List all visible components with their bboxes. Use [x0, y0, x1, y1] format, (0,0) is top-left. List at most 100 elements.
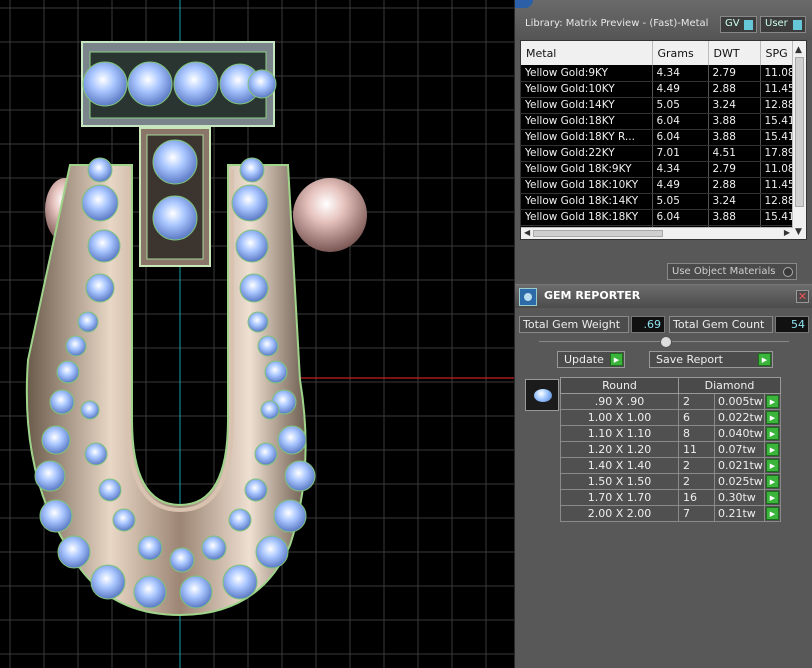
gem-count-cell: 16	[678, 489, 715, 506]
gem-stone	[173, 61, 219, 107]
select-gems-button[interactable]: ▶	[764, 473, 781, 490]
metal-table-container: Metal Grams DWT SPG Yellow Gold:9KY 4.34 2…	[520, 40, 807, 240]
save-report-button[interactable]: Save Report ▶	[649, 351, 773, 368]
gem-size-cell: 1.40 X 1.40	[560, 457, 679, 474]
gem-stone	[65, 335, 87, 357]
select-gems-button[interactable]: ▶	[764, 489, 781, 506]
metal-name-cell: Yellow Gold 18K:18KY	[521, 209, 653, 226]
gem-table-row: 2.00 X 2.00 7 0.21tw ▶	[560, 505, 781, 522]
column-header-grams[interactable]: Grams	[652, 41, 709, 65]
metal-table-row[interactable]: Yellow Gold:14KY 5.05 3.24 12.88	[521, 97, 801, 114]
gem-size-cell: 1.50 X 1.50	[560, 473, 679, 490]
metal-name-cell: Yellow Gold:14KY	[521, 97, 653, 114]
metal-table-hscrollbar[interactable]: ◀ ▶	[521, 227, 793, 239]
metal-table-vscrollbar[interactable]: ▲ ▼	[792, 41, 806, 239]
scroll-down-icon[interactable]: ▼	[795, 227, 802, 237]
gem-stone	[169, 547, 195, 573]
grams-cell: 6.04	[652, 129, 709, 146]
update-button-label: Update	[564, 353, 604, 366]
select-gems-button[interactable]: ▶	[764, 425, 781, 442]
gem-table-row: 1.40 X 1.40 2 0.021tw ▶	[560, 457, 781, 474]
gem-stone	[231, 184, 269, 222]
gem-table-row: 1.10 X 1.10 8 0.040tw ▶	[560, 425, 781, 442]
gem-stone	[201, 535, 227, 561]
metal-table-row[interactable]: Yellow Gold 18K:18KY 6.04 3.88 15.41	[521, 209, 801, 226]
gem-count-cell: 2	[678, 393, 715, 410]
gem-stone	[87, 157, 113, 183]
dwt-cell: 3.24	[708, 193, 761, 210]
gem-stone	[49, 389, 75, 415]
gem-stone	[127, 61, 173, 107]
gem-count-cell: 2	[678, 473, 715, 490]
gem-stone	[273, 499, 307, 533]
gem-size-cell: 1.10 X 1.10	[560, 425, 679, 442]
gem-stone	[257, 335, 279, 357]
metal-name-cell: Yellow Gold 18K:9KY	[521, 161, 653, 178]
use-object-materials-label: Use Object Materials	[672, 266, 776, 277]
select-gems-button[interactable]: ▶	[764, 409, 781, 426]
select-gems-button[interactable]: ▶	[764, 441, 781, 458]
gem-weight-cell: 0.025tw	[714, 473, 765, 490]
scroll-up-icon[interactable]: ▲	[795, 45, 802, 55]
gem-stone	[90, 564, 126, 600]
metal-table-row[interactable]: Yellow Gold 18K:10KY 4.49 2.88 11.45	[521, 177, 801, 194]
gem-size-cell: 2.00 X 2.00	[560, 505, 679, 522]
select-gems-button[interactable]: ▶	[764, 457, 781, 474]
user-toggle[interactable]: User	[760, 16, 806, 33]
user-toggle-label: User	[765, 18, 788, 29]
gem-weight-cell: 0.005tw	[714, 393, 765, 410]
gem-stone	[56, 360, 80, 384]
dwt-cell: 2.79	[708, 161, 761, 178]
metal-table-row[interactable]: Yellow Gold 18K:14KY 5.05 3.24 12.88	[521, 193, 801, 210]
use-object-materials-toggle[interactable]: Use Object Materials	[667, 263, 797, 280]
dwt-cell: 2.88	[708, 81, 761, 98]
gem-size-cell: 1.00 X 1.00	[560, 409, 679, 426]
gem-size-cell: 1.20 X 1.20	[560, 441, 679, 458]
slider-knob-icon[interactable]	[660, 336, 672, 348]
grams-cell: 5.05	[652, 193, 709, 210]
gem-count-cell: 7	[678, 505, 715, 522]
scroll-left-icon[interactable]: ◀	[524, 228, 530, 237]
gem-stone	[152, 139, 198, 185]
select-gems-button[interactable]: ▶	[764, 393, 781, 410]
gem-count-cell: 8	[678, 425, 715, 442]
metal-table-row[interactable]: Yellow Gold:9KY 4.34 2.79 11.08	[521, 65, 801, 82]
play-arrow-icon: ▶	[766, 427, 779, 440]
metal-table: Metal Grams DWT SPG Yellow Gold:9KY 4.34 2…	[521, 41, 801, 239]
grams-cell: 6.04	[652, 113, 709, 130]
save-report-button-label: Save Report	[656, 353, 723, 366]
play-arrow-icon: ▶	[758, 353, 771, 366]
scroll-right-icon[interactable]: ▶	[784, 228, 790, 237]
play-arrow-icon: ▶	[766, 395, 779, 408]
total-gem-count-label: Total Gem Count	[669, 316, 773, 333]
gem-reporter-title: GEM REPORTER	[544, 289, 641, 302]
viewport-canvas[interactable]	[0, 0, 514, 668]
scroll-thumb[interactable]	[795, 57, 804, 207]
metal-table-row[interactable]: Yellow Gold:18KY 6.04 3.88 15.41	[521, 113, 801, 130]
column-header-metal[interactable]: Metal	[521, 41, 653, 65]
total-gem-count-value: 54	[775, 316, 809, 333]
3d-viewport[interactable]	[0, 0, 514, 668]
library-icon	[515, 0, 533, 8]
gem-stone	[235, 229, 269, 263]
gem-stone	[277, 425, 307, 455]
metal-table-row[interactable]: Yellow Gold:10KY 4.49 2.88 11.45	[521, 81, 801, 98]
metal-table-row[interactable]: Yellow Gold 18K:9KY 4.34 2.79 11.08	[521, 161, 801, 178]
select-gems-button[interactable]: ▶	[764, 505, 781, 522]
scroll-thumb[interactable]	[533, 230, 663, 237]
gem-stone	[247, 69, 277, 99]
gem-thumbnail[interactable]	[525, 379, 559, 411]
gem-weight-cell: 0.21tw	[714, 505, 765, 522]
gem-stone	[34, 460, 66, 492]
metal-table-row[interactable]: Yellow Gold:18KY R... 6.04 3.88 15.41	[521, 129, 801, 146]
update-button[interactable]: Update ▶	[557, 351, 625, 368]
gem-table-row: 1.50 X 1.50 2 0.025tw ▶	[560, 473, 781, 490]
gem-stone	[228, 508, 252, 532]
radio-icon	[783, 267, 793, 277]
column-header-dwt[interactable]: DWT	[708, 41, 761, 65]
gem-stone	[84, 442, 108, 466]
metal-name-cell: Yellow Gold:18KY R...	[521, 129, 653, 146]
gv-toggle[interactable]: GV	[720, 16, 757, 33]
metal-table-row[interactable]: Yellow Gold:22KY 7.01 4.51 17.89	[521, 145, 801, 162]
close-icon[interactable]: ✕	[796, 290, 809, 303]
